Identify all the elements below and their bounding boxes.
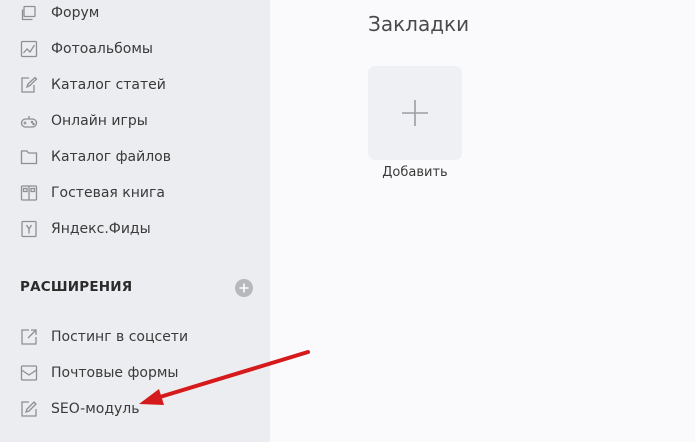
mail-icon (20, 364, 38, 382)
photo-album-icon (20, 40, 38, 58)
sidebar-item-label: Каталог файлов (51, 149, 171, 165)
yandex-feeds-icon (20, 220, 38, 238)
folder-icon (20, 148, 38, 166)
forum-icon (20, 4, 38, 22)
app-root: Форум Фотоальбомы Каталог статей Онлайн … (0, 0, 695, 442)
sidebar: Форум Фотоальбомы Каталог статей Онлайн … (0, 0, 270, 442)
sidebar-item-label: Форум (51, 5, 100, 21)
article-catalog-icon (20, 76, 38, 94)
plus-circle-icon[interactable] (235, 279, 253, 297)
sidebar-item-guestbook[interactable]: Гостевая книга (20, 181, 165, 205)
sidebar-item-label: Каталог статей (51, 77, 166, 93)
sidebar-item-online-games[interactable]: Онлайн игры (20, 109, 148, 133)
sidebar-item-social-posting[interactable]: Постинг в соцсети (20, 325, 188, 349)
sidebar-item-article-catalog[interactable]: Каталог статей (20, 73, 166, 97)
share-out-icon (20, 328, 38, 346)
sidebar-item-photo-albums[interactable]: Фотоальбомы (20, 37, 153, 61)
plus-icon (402, 100, 428, 126)
sidebar-item-label: Гостевая книга (51, 185, 165, 201)
sidebar-item-label: Фотоальбомы (51, 41, 153, 57)
extensions-section-title: РАСШИРЕНИЯ (20, 279, 133, 295)
sidebar-item-label: Постинг в соцсети (51, 329, 189, 345)
add-bookmark-label: Добавить (382, 165, 448, 180)
add-bookmark-button[interactable] (368, 66, 462, 160)
sidebar-item-forum[interactable]: Форум (20, 1, 99, 25)
seo-pen-icon (20, 400, 38, 418)
sidebar-item-yandex-feeds[interactable]: Яндекс.Фиды (20, 217, 151, 241)
sidebar-item-label: SEO-модуль (51, 401, 140, 417)
guestbook-icon (20, 184, 38, 202)
page-title: Закладки (368, 12, 470, 36)
gamepad-icon (20, 112, 38, 130)
sidebar-item-file-catalog[interactable]: Каталог файлов (20, 145, 171, 169)
sidebar-item-mail-forms[interactable]: Почтовые формы (20, 361, 179, 385)
sidebar-item-seo-module[interactable]: SEO-модуль (20, 397, 139, 421)
sidebar-item-label: Онлайн игры (51, 113, 148, 129)
sidebar-item-label: Почтовые формы (51, 365, 179, 381)
sidebar-item-label: Яндекс.Фиды (51, 221, 151, 237)
